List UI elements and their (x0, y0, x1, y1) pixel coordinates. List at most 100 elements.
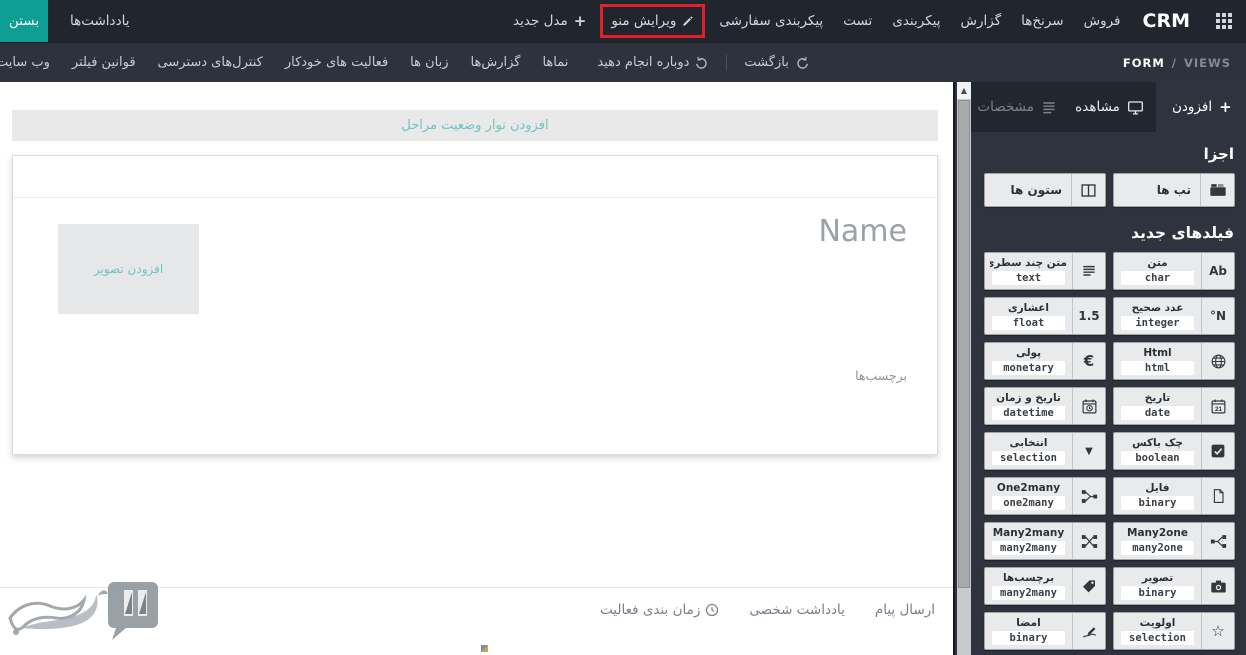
monitor-icon (1127, 99, 1144, 116)
ab-icon: Ab (1201, 253, 1234, 289)
new-fields-title: فیلدهای جدید (1131, 224, 1234, 242)
submenu-reports[interactable]: گزارش‌ها (460, 43, 532, 82)
field-button-char[interactable]: Ab متن char (1113, 252, 1235, 290)
component-button-columns[interactable]: ستون ها (984, 173, 1106, 207)
lines-icon (1072, 253, 1105, 289)
pencil-icon (682, 15, 694, 27)
caret-down-icon: ▼ (1072, 433, 1105, 469)
submenu-languages[interactable]: زبان ها (399, 43, 459, 82)
main-menu-bar: CRM فروش سرنخ‌ها گزارش پیکربندی تست پیکر… (0, 0, 1246, 42)
clock-icon (706, 603, 719, 617)
close-studio-button[interactable]: بستن (0, 0, 48, 42)
redo-button[interactable]: دوباره انجام دهید (593, 55, 713, 70)
submenu-views[interactable]: نماها (531, 43, 579, 82)
app-title[interactable]: CRM (1131, 0, 1202, 42)
euro-icon: € (1072, 343, 1105, 379)
scroll-up-button[interactable]: ▲ (957, 82, 971, 99)
component-button-tabs[interactable]: تب ها (1113, 173, 1235, 207)
menu-leads[interactable]: سرنخ‌ها (1011, 0, 1073, 42)
field-button-integer[interactable]: N° عدد صحیح integer (1113, 297, 1235, 335)
field-button-date[interactable]: 21 تاریخ date (1113, 387, 1235, 425)
tab-view[interactable]: مشاهده (1063, 82, 1155, 132)
field-button-html[interactable]: Html html (1113, 342, 1235, 380)
page-artifact (481, 645, 488, 652)
field-button-tags[interactable]: برچسب‌ها many2many (984, 567, 1106, 605)
form-sheet: افزودن تصویر Name برچسب‌ها (12, 155, 938, 455)
field-button-text[interactable]: متن چند سطری text (984, 252, 1106, 290)
menu-custom-config[interactable]: پیکربندی سفارشی (709, 0, 833, 42)
form-editor-canvas: افزودن نوار وضعیت مراحل افزودن تصویر Nam… (0, 82, 953, 655)
svg-text:21: 21 (1214, 405, 1222, 412)
studio-toolbar: FORM / VIEWS بازگشت دوباره انجام دهید نم… (0, 42, 1246, 82)
redo-icon (696, 56, 708, 69)
field-button-one2many[interactable]: One2many one2many (984, 477, 1106, 515)
new-model-label: مدل جدید (513, 13, 568, 29)
menu-notes[interactable]: یادداشت‌ها (48, 0, 151, 42)
field-button-float[interactable]: 1.5 اعشاری float (984, 297, 1106, 335)
many2one-icon (1201, 523, 1234, 559)
field-button-signature[interactable]: امضا binary (984, 612, 1106, 650)
studio-sidebar: ▲ + افزودن مشاهده مشخصات اجزا تب ها ستون… (953, 82, 1246, 655)
columns-icon (1071, 174, 1105, 206)
new-model-button[interactable]: + مدل جدید (503, 0, 596, 42)
field-button-many2one[interactable]: Many2one many2one (1113, 522, 1235, 560)
undo-icon (797, 56, 808, 69)
submenu-access-control[interactable]: کنترل‌های دسترسی (147, 43, 274, 82)
signature-icon (1072, 613, 1105, 649)
chatter-toolbar: ارسال پیام یادداشت شخصی زمان بندی فعالیت (600, 602, 935, 618)
add-statusbar-button[interactable]: افزودن نوار وضعیت مراحل (12, 110, 938, 141)
edit-menu-button[interactable]: ویرایش منو (600, 4, 706, 38)
list-icon (1041, 99, 1057, 115)
name-field[interactable]: Name (818, 214, 907, 249)
schedule-activity-button[interactable]: زمان بندی فعالیت (600, 602, 719, 618)
fields-grid: Ab متن char متن چند سطری text N° عدد صحی… (984, 252, 1235, 650)
plus-icon: + (573, 11, 587, 30)
plus-icon: + (1219, 97, 1232, 116)
submenu-website[interactable]: وب سایت (0, 43, 61, 82)
star-icon: ☆ (1201, 613, 1234, 649)
tabs-icon (1200, 174, 1234, 206)
watermark-logo (2, 576, 172, 646)
one2many-icon (1072, 478, 1105, 514)
calendar-clock-icon (1072, 388, 1105, 424)
tag-icon (1072, 568, 1105, 604)
checkbox-icon (1201, 433, 1234, 469)
tab-add[interactable]: + افزودن (1155, 82, 1246, 132)
many2many-icon (1072, 523, 1105, 559)
field-button-many2many[interactable]: Many2many many2many (984, 522, 1106, 560)
field-button-boolean[interactable]: چک باکس boolean (1113, 432, 1235, 470)
menu-configuration[interactable]: پیکربندی (882, 0, 950, 42)
log-note-button[interactable]: یادداشت شخصی (749, 602, 845, 618)
send-message-button[interactable]: ارسال پیام (875, 602, 935, 618)
scrollbar-thumb[interactable] (958, 100, 970, 588)
sidebar-scrollbar[interactable]: ▲ (957, 82, 971, 655)
sidebar-tabs: + افزودن مشاهده مشخصات (971, 82, 1246, 132)
undo-redo-group: بازگشت دوباره انجام دهید (593, 54, 812, 71)
breadcrumb-views-link[interactable]: VIEWS (1184, 56, 1231, 70)
field-button-selection[interactable]: ▼ انتخابی selection (984, 432, 1106, 470)
field-button-image[interactable]: تصویر binary (1113, 567, 1235, 605)
field-button-datetime[interactable]: تاریخ و زمان datetime (984, 387, 1106, 425)
submenu-automations[interactable]: فعالیت های خودکار (274, 43, 399, 82)
sheet-button-box (13, 156, 937, 198)
breadcrumb: FORM / VIEWS (1122, 55, 1231, 70)
globe-icon (1201, 343, 1234, 379)
tags-field[interactable]: برچسب‌ها (855, 368, 907, 383)
submenu-filter-rules[interactable]: قوانین فیلتر (61, 43, 147, 82)
menu-sales[interactable]: فروش (1074, 0, 1131, 42)
field-button-file[interactable]: فایل binary (1113, 477, 1235, 515)
number-icon: N° (1201, 298, 1234, 334)
file-icon (1201, 478, 1234, 514)
menu-report[interactable]: گزارش (951, 0, 1012, 42)
camera-icon (1201, 568, 1234, 604)
components-grid: تب ها ستون ها (984, 173, 1235, 207)
field-button-monetary[interactable]: € پولی monetary (984, 342, 1106, 380)
menu-test[interactable]: تست (833, 0, 882, 42)
add-image-dropzone[interactable]: افزودن تصویر (58, 224, 199, 314)
tab-properties[interactable]: مشخصات (971, 82, 1063, 132)
field-button-priority[interactable]: ☆ اولویت selection (1113, 612, 1235, 650)
edit-menu-label: ویرایش منو (611, 13, 677, 29)
apps-grid-icon[interactable] (1202, 0, 1246, 42)
undo-button[interactable]: بازگشت (740, 55, 812, 70)
decimal-icon: 1.5 (1072, 298, 1105, 334)
